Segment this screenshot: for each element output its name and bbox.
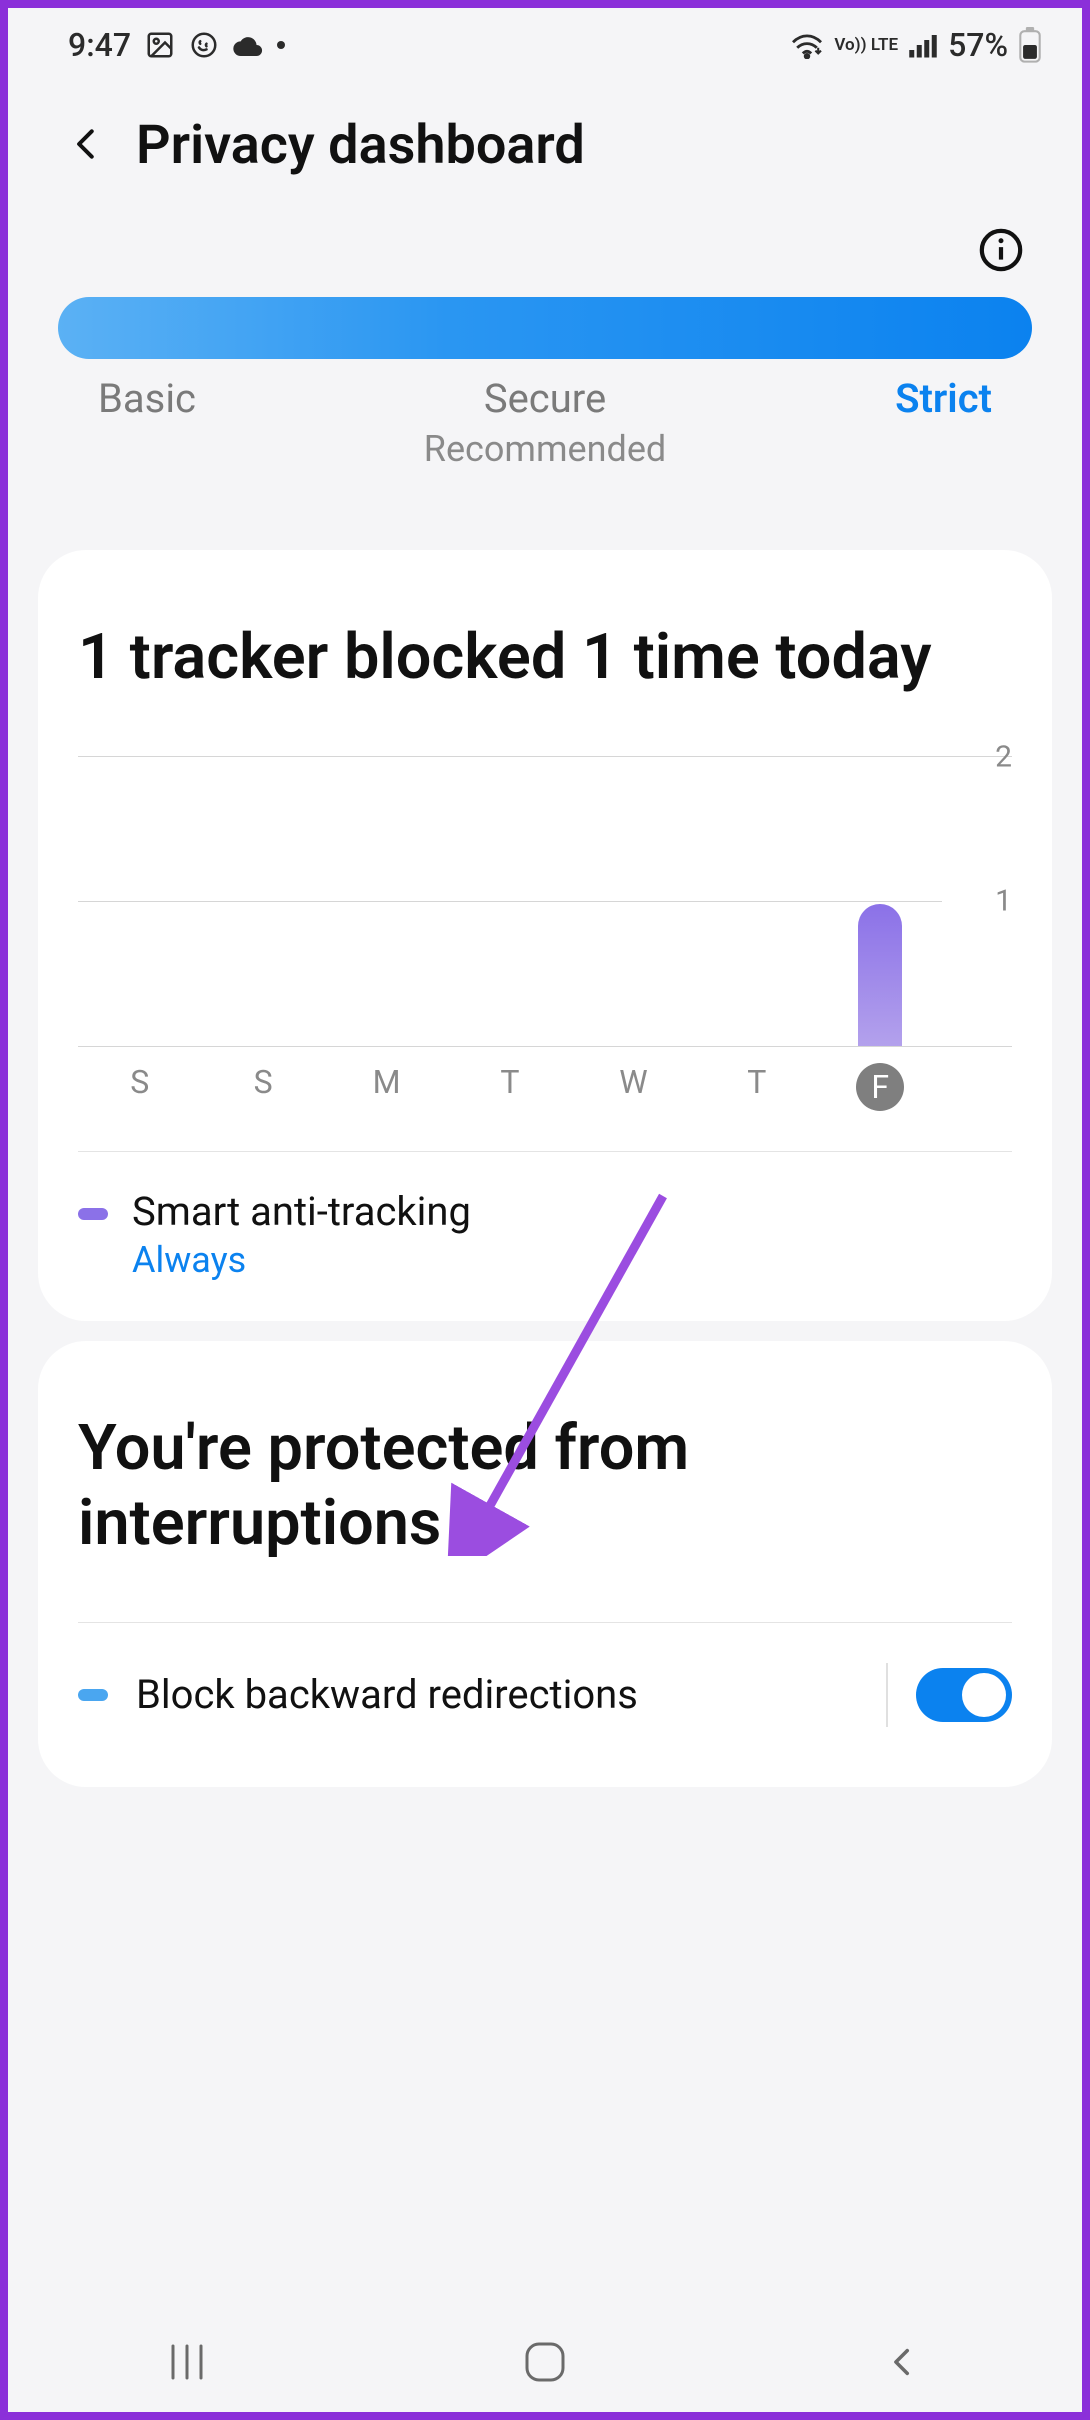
gallery-icon [145, 30, 175, 60]
back-button[interactable] [868, 2332, 938, 2392]
option-swatch-icon [78, 1689, 108, 1701]
cloud-icon [233, 34, 263, 56]
day-sun: S [201, 1047, 324, 1111]
protection-card: You're protected from interruptions Bloc… [38, 1341, 1052, 1787]
day-wed: W [572, 1047, 695, 1111]
status-right: Vo)) LTE 57% [790, 26, 1042, 64]
block-backward-redirections-row[interactable]: Block backward redirections [78, 1622, 1012, 1727]
status-bar: 9:47 Vo)) LTE 57% [8, 8, 1082, 74]
home-button[interactable] [510, 2332, 580, 2392]
protection-title: You're protected from interruptions [78, 1411, 1012, 1562]
volte-icon: Vo)) LTE [834, 37, 898, 54]
privacy-level-bar[interactable] [58, 297, 1032, 359]
legend-value: Always [132, 1239, 471, 1281]
header: Privacy dashboard [8, 74, 1082, 217]
level-strict[interactable]: Strict [731, 375, 992, 470]
status-left: 9:47 [68, 26, 285, 64]
tracker-chart: 2 1 S S M T W T F [78, 756, 1012, 1111]
y-tick-1: 1 [995, 884, 1012, 919]
divider [886, 1663, 888, 1727]
option-label: Block backward redirections [136, 1671, 858, 1718]
y-tick-2: 2 [995, 739, 1012, 774]
info-icon[interactable] [978, 227, 1024, 277]
battery-text: 57% [948, 26, 1008, 64]
tracker-card: 1 tracker blocked 1 time today 2 1 S S M… [38, 550, 1052, 1321]
day-mon: M [325, 1047, 448, 1111]
level-secure[interactable]: Secure Recommended [359, 375, 732, 470]
back-icon[interactable] [68, 125, 106, 167]
chart-x-axis: S S M T W T F [78, 1046, 1012, 1111]
smart-anti-tracking-row[interactable]: Smart anti-tracking Always [78, 1151, 1012, 1281]
signal-icon [908, 32, 938, 58]
battery-icon [1018, 27, 1042, 63]
tracker-title: 1 tracker blocked 1 time today [78, 620, 1012, 696]
status-time: 9:47 [68, 26, 131, 64]
recents-button[interactable] [152, 2332, 222, 2392]
page-title: Privacy dashboard [136, 114, 585, 177]
legend-swatch-icon [78, 1208, 108, 1220]
day-tue: T [448, 1047, 571, 1111]
block-backward-toggle[interactable] [916, 1668, 1012, 1722]
day-fri: F [819, 1047, 942, 1111]
whatsapp-icon [189, 30, 219, 60]
day-sat: S [78, 1047, 201, 1111]
wifi-icon [790, 31, 824, 59]
system-nav-bar [8, 2312, 1082, 2412]
dot-icon [277, 41, 285, 49]
privacy-level-labels: Basic Secure Recommended Strict [58, 375, 1032, 470]
day-thu: T [695, 1047, 818, 1111]
privacy-level-section: Basic Secure Recommended Strict [8, 217, 1082, 530]
legend-title: Smart anti-tracking [132, 1188, 471, 1235]
chart-bar-friday [858, 904, 902, 1046]
level-basic[interactable]: Basic [98, 375, 359, 470]
